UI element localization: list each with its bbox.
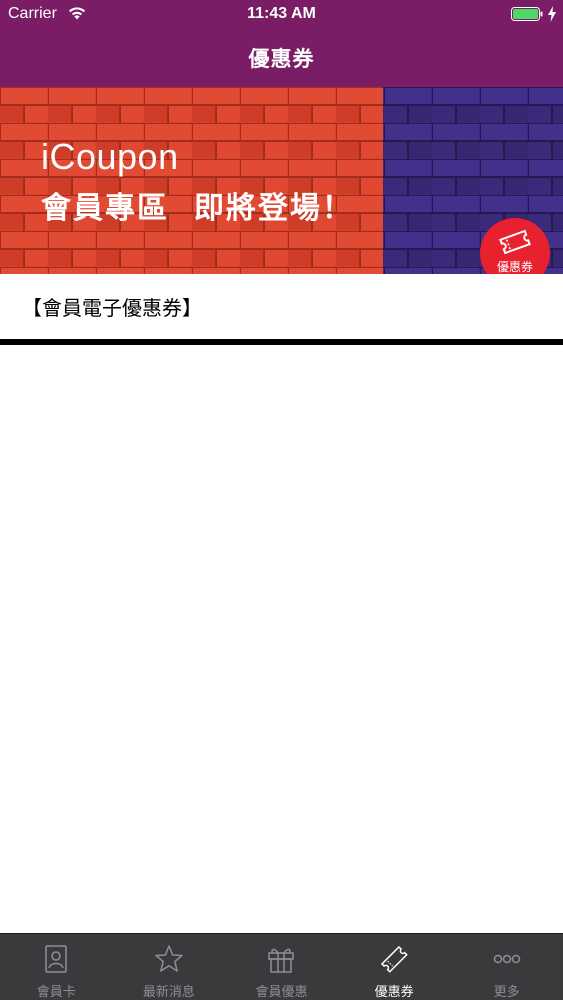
page-title: 優惠券	[248, 47, 315, 71]
battery-full-icon	[511, 7, 543, 21]
tab-member-offers[interactable]: 會員優惠	[225, 934, 338, 1000]
gift-icon	[268, 948, 295, 973]
tab-member-card[interactable]: 會員卡	[0, 934, 113, 1000]
tab-label: 最新消息	[142, 985, 195, 1000]
tab-more[interactable]: 更多	[450, 934, 563, 1000]
brick-wall-image	[0, 87, 563, 274]
coupon-screen: Carrier 11:43 AM 優惠券 iCoupon 會員專區 即將登場！ …	[0, 0, 563, 1000]
tab-news[interactable]: 最新消息	[113, 934, 226, 1000]
banner-title: iCoupon	[41, 136, 179, 177]
charging-bolt-icon	[548, 6, 556, 22]
divider	[0, 339, 563, 345]
ticket-icon	[380, 945, 408, 973]
tab-label: 更多	[493, 985, 520, 1000]
tab-coupons[interactable]: 優惠券	[338, 934, 451, 1000]
promo-banner[interactable]: iCoupon 會員專區 即將登場！ 優惠券	[0, 87, 563, 274]
header: Carrier 11:43 AM 優惠券	[0, 0, 563, 87]
clock: 11:43 AM	[247, 5, 316, 22]
more-icon	[493, 954, 520, 964]
ticket-icon	[499, 229, 531, 255]
tab-label: 會員優惠	[255, 985, 308, 1000]
badge-label: 優惠券	[496, 260, 533, 274]
tab-label: 優惠券	[374, 985, 414, 1000]
tab-bar: 會員卡 最新消息 會員優惠 優惠券 更多	[0, 933, 563, 1000]
banner-subtitle: 會員專區 即將登場！	[41, 191, 354, 226]
star-icon	[155, 945, 183, 972]
status-bar: Carrier 11:43 AM	[0, 0, 563, 30]
member-card-icon	[45, 945, 68, 973]
tab-label: 會員卡	[36, 985, 76, 1000]
section-heading: 【會員電子優惠券】	[22, 296, 202, 320]
